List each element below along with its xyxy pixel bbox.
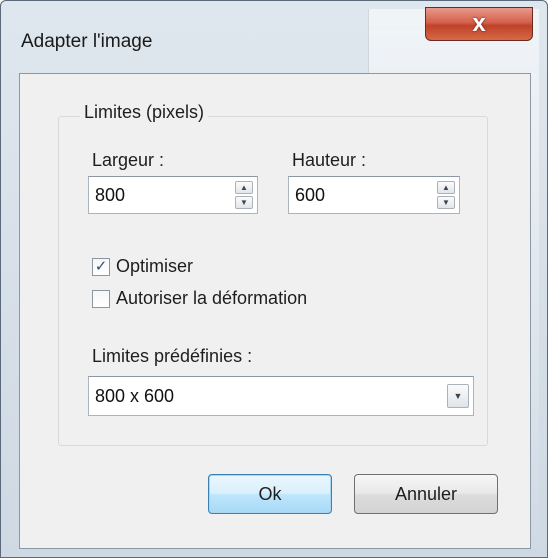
height-label: Hauteur :: [292, 150, 367, 170]
presets-dropdown[interactable]: 800 x 600 ▼: [88, 376, 474, 416]
chevron-down-icon[interactable]: ▼: [447, 384, 469, 408]
optimize-label: Optimiser: [116, 256, 194, 276]
height-value: 600: [295, 185, 326, 205]
cancel-button[interactable]: Annuler: [354, 474, 498, 514]
allow-deform-label: Autoriser la déformation: [116, 288, 308, 308]
close-button[interactable]: x: [425, 7, 533, 41]
spin-up-icon[interactable]: ▲: [437, 181, 455, 194]
width-value: 800: [95, 185, 126, 205]
close-icon: x: [472, 10, 486, 37]
width-spin-buttons: ▲ ▼: [235, 181, 253, 209]
width-spinbox[interactable]: 800 ▲ ▼: [88, 176, 258, 214]
height-spin-buttons: ▲ ▼: [437, 181, 455, 209]
ok-button[interactable]: Ok: [208, 474, 332, 514]
check-icon: ✓: [94, 258, 108, 275]
spin-down-icon[interactable]: ▼: [437, 196, 455, 209]
title-bar: Adapter l'image x: [1, 1, 547, 73]
presets-selected-value: 800 x 600: [95, 386, 175, 406]
presets-label: Limites prédéfinies :: [92, 346, 253, 366]
width-label: Largeur :: [92, 150, 165, 170]
dialog-window: Adapter l'image x Limites (pixels) Large…: [0, 0, 548, 558]
window-title: Adapter l'image: [21, 31, 153, 52]
optimize-checkbox[interactable]: ✓: [92, 257, 110, 276]
limits-group-title: Limites (pixels): [80, 102, 209, 123]
spin-up-icon[interactable]: ▲: [235, 181, 253, 194]
allow-deform-option[interactable]: Autoriser la déformation: [92, 288, 307, 309]
allow-deform-checkbox[interactable]: [92, 289, 110, 308]
optimize-option[interactable]: ✓ Optimiser: [92, 256, 193, 277]
dialog-client-area: Limites (pixels) Largeur : 800 ▲ ▼ Haute…: [19, 73, 531, 549]
height-spinbox[interactable]: 600 ▲ ▼: [288, 176, 460, 214]
spin-down-icon[interactable]: ▼: [235, 196, 253, 209]
